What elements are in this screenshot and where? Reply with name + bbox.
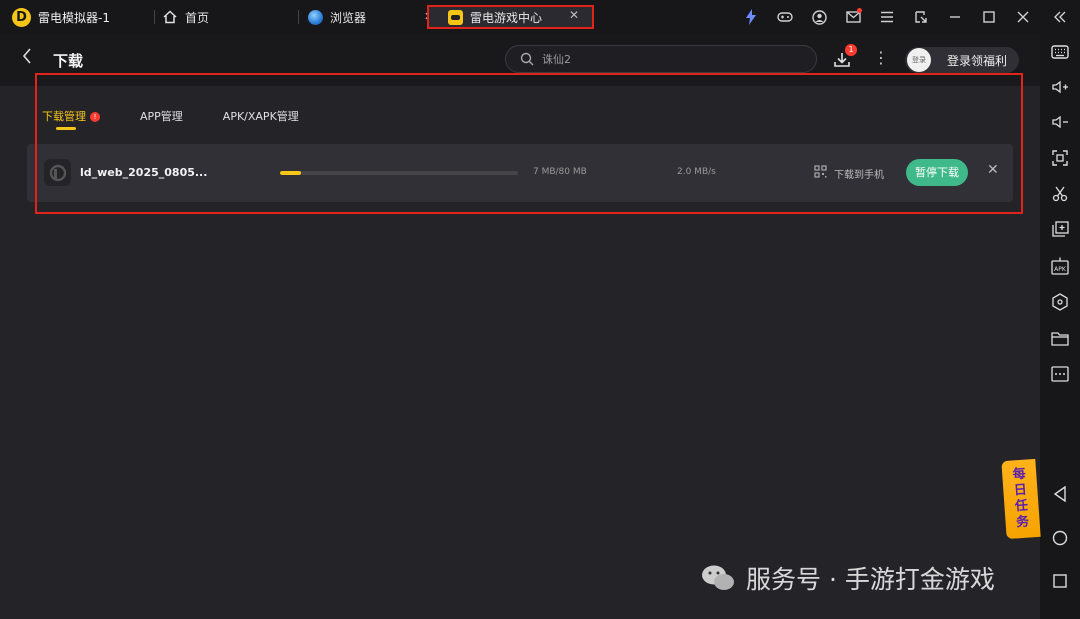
android-back-icon[interactable] [1050, 484, 1070, 504]
browser-globe-icon [308, 9, 323, 25]
close-icon[interactable] [1006, 0, 1040, 34]
user-icon[interactable] [802, 0, 836, 34]
alert-badge: ! [90, 112, 100, 122]
notification-dot [857, 8, 862, 13]
settings-hex-icon[interactable] [1050, 292, 1070, 312]
qr-code-icon[interactable] [814, 165, 827, 178]
download-progress-fill [280, 171, 302, 175]
login-button[interactable]: 登录 登录领福利 [905, 47, 1019, 73]
screenshot-icon[interactable] [1050, 148, 1070, 168]
volume-up-icon[interactable] [1050, 77, 1070, 97]
volume-down-icon[interactable] [1050, 112, 1070, 132]
cancel-download-button[interactable]: ✕ [987, 162, 999, 178]
more-tools-icon[interactable] [1050, 364, 1070, 384]
app-name: 雷电模拟器-1 [38, 11, 110, 25]
page-title: 下载 [53, 52, 84, 70]
download-size: 7 MB/80 MB [533, 167, 587, 177]
scissors-icon[interactable] [1050, 184, 1070, 204]
tab-app-manager[interactable]: APP管理 [140, 108, 183, 124]
collapse-sidebar-icon[interactable] [1040, 0, 1080, 34]
add-window-icon[interactable] [1050, 219, 1070, 239]
download-file-name: ld_web_2025_0805... [80, 166, 208, 179]
right-toolbar: APK [1040, 34, 1080, 619]
android-recents-icon[interactable] [1050, 571, 1070, 591]
avatar: 登录 [907, 48, 931, 72]
page-header: 下载 1 ⋮ 登录 登录领福利 [0, 34, 1040, 86]
daily-task-char: 务 [1015, 514, 1030, 531]
minimize-icon[interactable] [938, 0, 972, 34]
search-box[interactable] [505, 45, 817, 73]
watermark: 服务号 · 手游打金游戏 [700, 560, 995, 596]
keyboard-icon[interactable] [1050, 42, 1070, 62]
file-app-icon [44, 159, 71, 186]
daily-task-char: 日 [1013, 482, 1028, 499]
tab-apk-manager-label: APK/XAPK管理 [222, 110, 299, 123]
tab-home[interactable]: 首页 [163, 0, 209, 34]
folder-icon[interactable] [1050, 328, 1070, 348]
pause-download-button[interactable]: 暂停下载 [906, 159, 968, 186]
tab-download-manager[interactable]: 下载管理! [42, 108, 100, 130]
window-controls [734, 0, 1080, 34]
active-tab-indicator [56, 127, 76, 130]
highlight-box [427, 5, 594, 29]
daily-task-char: 任 [1014, 498, 1029, 515]
menu-icon[interactable] [870, 0, 904, 34]
pin-window-icon[interactable] [904, 0, 938, 34]
back-button[interactable] [22, 48, 32, 69]
download-speed: 2.0 MB/s [677, 167, 716, 177]
apk-install-icon[interactable]: APK [1050, 256, 1070, 276]
maximize-icon[interactable] [972, 0, 1006, 34]
tab-download-manager-label: 下载管理 [42, 110, 86, 123]
more-options-icon[interactable]: ⋮ [873, 48, 889, 67]
chevron-left-icon [22, 48, 31, 64]
download-count-badge: 1 [845, 44, 857, 56]
search-input[interactable] [542, 52, 782, 66]
daily-task-char: 每 [1012, 466, 1027, 483]
tab-apk-manager[interactable]: APK/XAPK管理 [223, 108, 299, 124]
download-progress-bar [280, 171, 518, 175]
main-panel: 下载 1 ⋮ 登录 登录领福利 下载管理! APP管理 APK/XAPK管理 l… [0, 34, 1040, 619]
tab-divider [154, 10, 155, 24]
gamepad-icon[interactable] [768, 0, 802, 34]
daily-task-badge[interactable]: 每 日 任 务 [1001, 458, 1041, 540]
ldplayer-logo-icon: D [12, 8, 31, 27]
search-icon [520, 52, 534, 66]
svg-text:APK: APK [1054, 266, 1067, 273]
download-to-phone-button[interactable]: 下载到手机 [834, 166, 884, 181]
android-home-icon[interactable] [1050, 528, 1070, 548]
download-row: ld_web_2025_0805... 7 MB/80 MB 2.0 MB/s … [27, 144, 1013, 202]
tab-browser-label: 浏览器 [330, 10, 367, 25]
tab-app-manager-label: APP管理 [140, 110, 183, 123]
tab-divider [298, 10, 299, 24]
title-bar: D 雷电模拟器-1 首页 浏览器 ✕ 雷电游戏中心 ✕ [0, 0, 1080, 34]
tab-browser[interactable]: 浏览器 [308, 0, 366, 34]
tab-home-label: 首页 [185, 10, 210, 25]
login-label: 登录领福利 [947, 53, 1008, 68]
lightning-icon[interactable] [734, 0, 768, 34]
home-icon [163, 10, 177, 24]
wechat-icon [702, 565, 734, 590]
watermark-text: 服务号 · 手游打金游戏 [746, 565, 995, 594]
mail-icon[interactable] [836, 0, 870, 34]
subtab-bar: 下载管理! APP管理 APK/XAPK管理 [42, 108, 339, 130]
